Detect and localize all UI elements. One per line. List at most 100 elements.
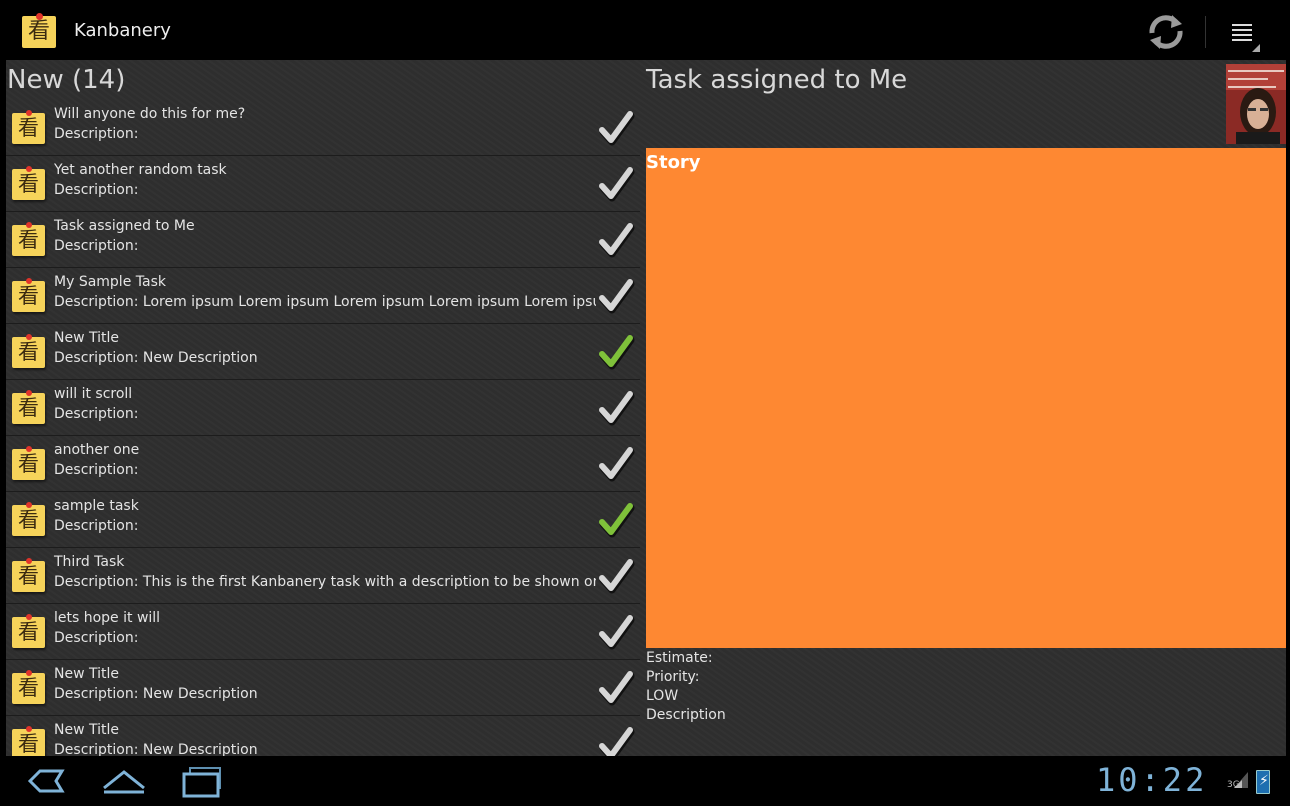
task-row[interactable]: 看 Yet another random task Description: <box>6 156 640 212</box>
complete-task-button[interactable] <box>596 276 636 316</box>
sticky-note-glyph: 看 <box>18 116 39 140</box>
overflow-menu-icon <box>1252 44 1260 52</box>
task-title: will it scroll <box>54 386 133 402</box>
sticky-note-icon: 看 <box>12 166 45 200</box>
content-area: New (14) 看 Will anyone do this for me? Des… <box>6 60 1286 756</box>
task-row[interactable]: 看 New Title Description: New Description <box>6 660 640 716</box>
refresh-icon <box>1149 15 1183 49</box>
app-logo-icon[interactable]: 看 <box>22 13 56 48</box>
sticky-note-icon: 看 <box>12 614 45 648</box>
task-row[interactable]: 看 New Title Description: New Description <box>6 324 640 380</box>
sticky-note-icon: 看 <box>12 110 45 144</box>
task-title: My Sample Task <box>54 274 166 290</box>
sticky-note-glyph: 看 <box>18 676 39 700</box>
checkmark-icon <box>599 615 635 650</box>
sticky-note-icon: 看 <box>12 558 45 592</box>
complete-task-button[interactable] <box>596 500 636 540</box>
complete-task-button[interactable] <box>596 668 636 708</box>
checkmark-icon <box>599 503 635 538</box>
task-type-label: Story <box>646 152 701 173</box>
task-title: Will anyone do this for me? <box>54 106 246 122</box>
battery-icon: ⚡ <box>1256 770 1270 794</box>
task-description: Description: New Description <box>54 350 258 366</box>
task-description: Description: <box>54 462 139 478</box>
sticky-note-glyph: 看 <box>18 284 39 308</box>
task-title: Third Task <box>54 554 125 570</box>
task-row[interactable]: 看 Will anyone do this for me? Description: <box>6 100 640 156</box>
task-description: Description: <box>54 126 139 142</box>
checkmark-icon <box>599 279 635 314</box>
task-description: Description: <box>54 238 139 254</box>
task-title: New Title <box>54 330 119 346</box>
home-button[interactable] <box>94 764 154 798</box>
recent-apps-icon <box>182 767 221 798</box>
sticky-note-icon: 看 <box>12 390 45 424</box>
sticky-note-icon: 看 <box>12 334 45 368</box>
sticky-note-glyph: 看 <box>18 452 39 476</box>
complete-task-button[interactable] <box>596 388 636 428</box>
complete-task-button[interactable] <box>596 612 636 652</box>
task-title: lets hope it will <box>54 610 161 626</box>
sticky-note-glyph: 看 <box>18 564 39 588</box>
overflow-menu-button[interactable] <box>1230 18 1262 52</box>
task-list[interactable]: 看 Will anyone do this for me? Description:… <box>6 100 640 756</box>
back-icon <box>27 769 65 793</box>
checkmark-icon <box>599 111 635 146</box>
checkmark-icon <box>599 391 635 426</box>
sticky-note-icon: 看 <box>12 726 45 756</box>
charging-icon: ⚡ <box>1259 773 1269 789</box>
sticky-note-glyph: 看 <box>18 172 39 196</box>
checkmark-icon <box>599 727 635 756</box>
task-row[interactable]: 看 My Sample Task Description: Lorem ipsum … <box>6 268 640 324</box>
checkmark-icon <box>599 167 635 202</box>
complete-task-button[interactable] <box>596 164 636 204</box>
checkmark-icon <box>599 223 635 258</box>
action-bar: 看 Kanbanery <box>0 0 1290 62</box>
app-logo-glyph: 看 <box>27 19 50 44</box>
task-description: Description: <box>54 630 139 646</box>
complete-task-button[interactable] <box>596 108 636 148</box>
description-label: Description <box>646 707 726 723</box>
task-title: New Title <box>54 666 119 682</box>
checkmark-icon <box>599 671 635 706</box>
clock[interactable]: 10:22 <box>1096 761 1207 799</box>
priority-value: LOW <box>646 688 679 704</box>
complete-task-button[interactable] <box>596 332 636 372</box>
complete-task-button[interactable] <box>596 556 636 596</box>
network-type: 3G <box>1227 780 1240 790</box>
complete-task-button[interactable] <box>596 724 636 756</box>
avatar-photo <box>1226 64 1286 144</box>
sticky-note-glyph: 看 <box>18 340 39 364</box>
task-row[interactable]: 看 will it scroll Description: <box>6 380 640 436</box>
task-row[interactable]: 看 another one Description: <box>6 436 640 492</box>
back-button[interactable] <box>16 764 76 798</box>
sticky-note-glyph: 看 <box>18 228 39 252</box>
checkmark-icon <box>599 559 635 594</box>
task-title: Task assigned to Me <box>54 218 195 234</box>
complete-task-button[interactable] <box>596 444 636 484</box>
task-title: another one <box>54 442 140 458</box>
task-row[interactable]: 看 Task assigned to Me Description: <box>6 212 640 268</box>
task-description: Description: This is the first Kanbanery… <box>54 574 596 590</box>
task-row[interactable]: 看 lets hope it will Description: <box>6 604 640 660</box>
sticky-note-glyph: 看 <box>18 396 39 420</box>
detail-title: Task assigned to Me <box>646 65 908 95</box>
sticky-note-icon: 看 <box>12 278 45 312</box>
sticky-note-icon: 看 <box>12 670 45 704</box>
complete-task-button[interactable] <box>596 220 636 260</box>
task-row[interactable]: 看 Third Task Description: This is the firs… <box>6 548 640 604</box>
action-bar-divider <box>1205 16 1206 48</box>
task-description: Description: <box>54 518 139 534</box>
checkmark-icon <box>599 447 635 482</box>
home-icon <box>103 770 145 794</box>
avatar[interactable] <box>1226 64 1286 144</box>
task-row[interactable]: 看 sample task Description: <box>6 492 640 548</box>
task-row[interactable]: 看 New Title Description: New Description <box>6 716 640 756</box>
recent-apps-button[interactable] <box>174 764 234 798</box>
sticky-note-glyph: 看 <box>18 508 39 532</box>
task-title: New Title <box>54 722 119 738</box>
column-header: New (14) <box>7 65 126 95</box>
checkmark-icon <box>599 335 635 370</box>
task-description: Description: <box>54 406 139 422</box>
refresh-button[interactable] <box>1144 12 1188 52</box>
